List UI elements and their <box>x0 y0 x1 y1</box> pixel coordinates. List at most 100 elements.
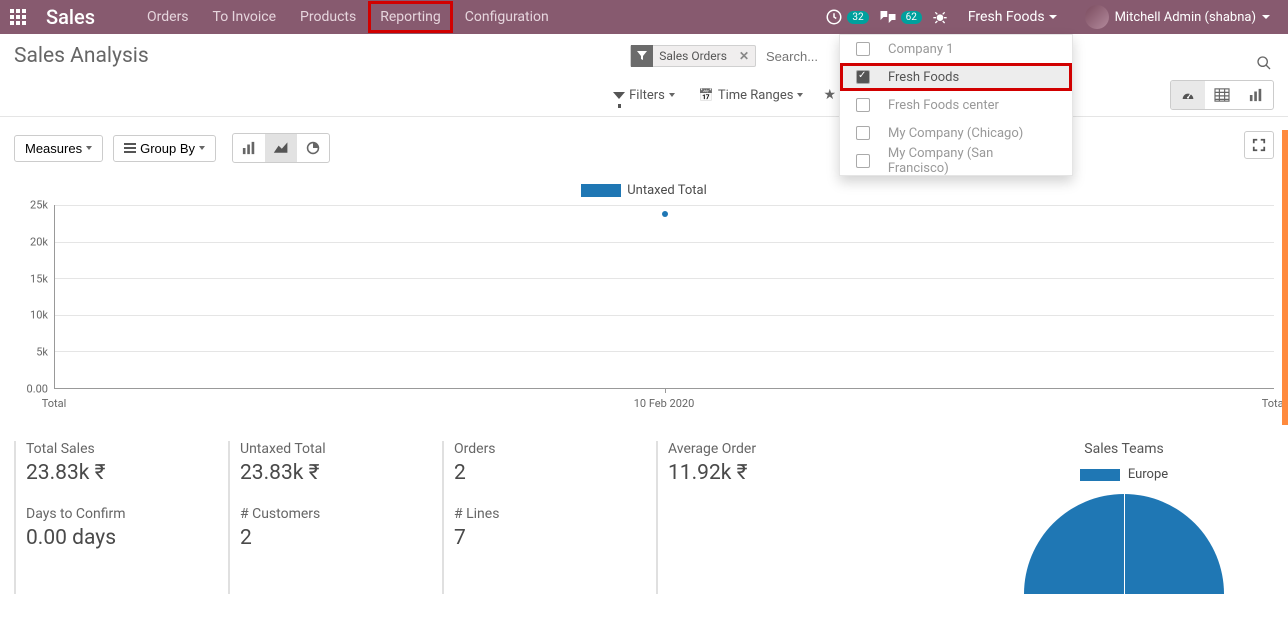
kpi-value: 2 <box>240 526 408 550</box>
kpi-value: 23.83k ₹ <box>240 461 408 485</box>
plot-area <box>54 205 1274 389</box>
x-tick: Total <box>42 397 67 410</box>
groupby-button[interactable]: Group By <box>113 135 216 162</box>
nav-menu: Orders To Invoice Products Reporting Con… <box>135 1 561 33</box>
caret-down-icon <box>199 146 205 150</box>
caret-down-icon <box>797 93 803 97</box>
checkbox-icon[interactable] <box>856 126 870 140</box>
search-input[interactable] <box>764 47 834 66</box>
funnel-icon <box>631 45 653 67</box>
calendar-icon <box>699 88 714 103</box>
nav-configuration[interactable]: Configuration <box>453 1 561 33</box>
kpi-value: 23.83k ₹ <box>26 461 194 485</box>
kpi-customers[interactable]: # Customers 2 <box>228 506 408 550</box>
checkbox-icon[interactable] <box>856 98 870 112</box>
chip-label: Sales Orders <box>653 49 733 63</box>
user-menu[interactable]: Mitchell Admin (shabna) <box>1077 5 1278 29</box>
x-tick: 10 Feb 2020 <box>634 397 695 410</box>
measures-label: Measures <box>25 141 82 156</box>
kpi-value: 7 <box>454 526 622 550</box>
control-panel: Sales Analysis Sales Orders ✕ Filters Ti… <box>0 34 1288 117</box>
y-tick: 25k <box>30 199 48 212</box>
apps-icon[interactable] <box>10 9 26 25</box>
search-bar: Sales Orders ✕ <box>630 45 834 67</box>
groupby-label: Group By <box>140 141 195 156</box>
kpi-days-confirm[interactable]: Days to Confirm 0.00 days <box>14 506 194 550</box>
time-ranges-button[interactable]: Time Ranges <box>693 84 810 107</box>
activity-badge: 32 <box>847 11 868 24</box>
caret-down-icon <box>86 146 92 150</box>
kpi-avg-order[interactable]: Average Order 11.92k ₹ <box>656 441 836 594</box>
graph-view-button[interactable] <box>1239 81 1273 109</box>
checkbox-checked-icon[interactable] <box>856 70 870 84</box>
chip-remove-icon[interactable]: ✕ <box>733 49 755 63</box>
chart-area: Untaxed Total 25k 20k 15k 10k 5k 0.00 To… <box>14 183 1274 415</box>
company-option-fresh-foods-center[interactable]: Fresh Foods center <box>840 91 1072 119</box>
top-navbar: Sales Orders To Invoice Products Reporti… <box>0 0 1288 34</box>
pivot-view-button[interactable] <box>1205 81 1239 109</box>
main-content: Measures Group By Untaxed Total 25k <box>0 117 1288 566</box>
kpi-label: Total Sales <box>26 441 194 457</box>
app-brand[interactable]: Sales <box>46 5 95 29</box>
nav-orders[interactable]: Orders <box>135 1 201 33</box>
company-label: My Company (San Francisco) <box>888 146 1056 176</box>
company-option-sf[interactable]: My Company (San Francisco) <box>840 147 1072 175</box>
y-tick: 10k <box>30 309 48 322</box>
company-option-1[interactable]: Company 1 <box>840 35 1072 63</box>
data-point[interactable] <box>662 211 668 217</box>
caret-down-icon <box>669 93 675 97</box>
list-icon <box>124 143 136 153</box>
y-axis: 25k 20k 15k 10k 5k 0.00 <box>14 205 52 389</box>
avatar <box>1085 5 1109 29</box>
y-tick: 5k <box>36 346 48 359</box>
nav-reporting[interactable]: Reporting <box>368 1 453 33</box>
filters-button[interactable]: Filters <box>607 84 681 107</box>
page-title: Sales Analysis <box>14 44 149 68</box>
company-name: Fresh Foods <box>968 9 1045 25</box>
kpi-label: # Lines <box>454 506 622 522</box>
checkbox-icon[interactable] <box>856 42 870 56</box>
kpi-label: # Customers <box>240 506 408 522</box>
company-option-fresh-foods[interactable]: Fresh Foods <box>840 63 1072 91</box>
legend-color-box <box>1080 469 1120 481</box>
kpi-label: Average Order <box>668 441 836 457</box>
nav-products[interactable]: Products <box>288 1 368 33</box>
time-ranges-label: Time Ranges <box>718 88 794 103</box>
fullscreen-button[interactable] <box>1244 131 1274 159</box>
sales-teams-legend[interactable]: Europe <box>974 467 1274 482</box>
kpi-lines[interactable]: # Lines 7 <box>442 506 622 550</box>
semicircle-pie[interactable] <box>1024 494 1224 594</box>
messages-icon[interactable]: 62 <box>879 9 922 25</box>
kpi-label: Orders <box>454 441 622 457</box>
chart-type-switcher <box>232 133 330 163</box>
kpi-value: 0.00 days <box>26 526 194 550</box>
caret-down-icon <box>1049 15 1057 19</box>
scrollbar-indicator[interactable] <box>1282 130 1288 425</box>
activity-icon[interactable]: 32 <box>825 8 868 26</box>
pie-chart-button[interactable] <box>297 134 329 162</box>
bar-chart-button[interactable] <box>233 134 265 162</box>
view-switcher <box>1170 80 1274 110</box>
company-label: Fresh Foods center <box>888 98 999 113</box>
debug-icon[interactable] <box>932 9 948 25</box>
y-tick: 20k <box>30 235 48 248</box>
filters-label: Filters <box>629 88 665 103</box>
line-chart-button[interactable] <box>265 134 297 162</box>
kpi-label: Days to Confirm <box>26 506 194 522</box>
legend-label: Europe <box>1128 467 1168 482</box>
company-option-chicago[interactable]: My Company (Chicago) <box>840 119 1072 147</box>
company-label: My Company (Chicago) <box>888 126 1023 141</box>
nav-to-invoice[interactable]: To Invoice <box>201 1 289 33</box>
kpi-value: 11.92k ₹ <box>668 461 836 485</box>
checkbox-icon[interactable] <box>856 154 870 168</box>
legend-item[interactable]: Untaxed Total <box>581 183 706 198</box>
filter-chip-sales-orders: Sales Orders ✕ <box>630 45 756 67</box>
search-icon[interactable] <box>1256 55 1272 75</box>
company-selector[interactable]: Fresh Foods <box>958 1 1067 33</box>
dashboard-view-button[interactable] <box>1171 81 1205 109</box>
star-icon <box>823 87 836 103</box>
y-tick: 0.00 <box>27 383 48 396</box>
company-label: Fresh Foods <box>888 70 959 85</box>
y-tick: 15k <box>30 272 48 285</box>
measures-button[interactable]: Measures <box>14 135 103 162</box>
